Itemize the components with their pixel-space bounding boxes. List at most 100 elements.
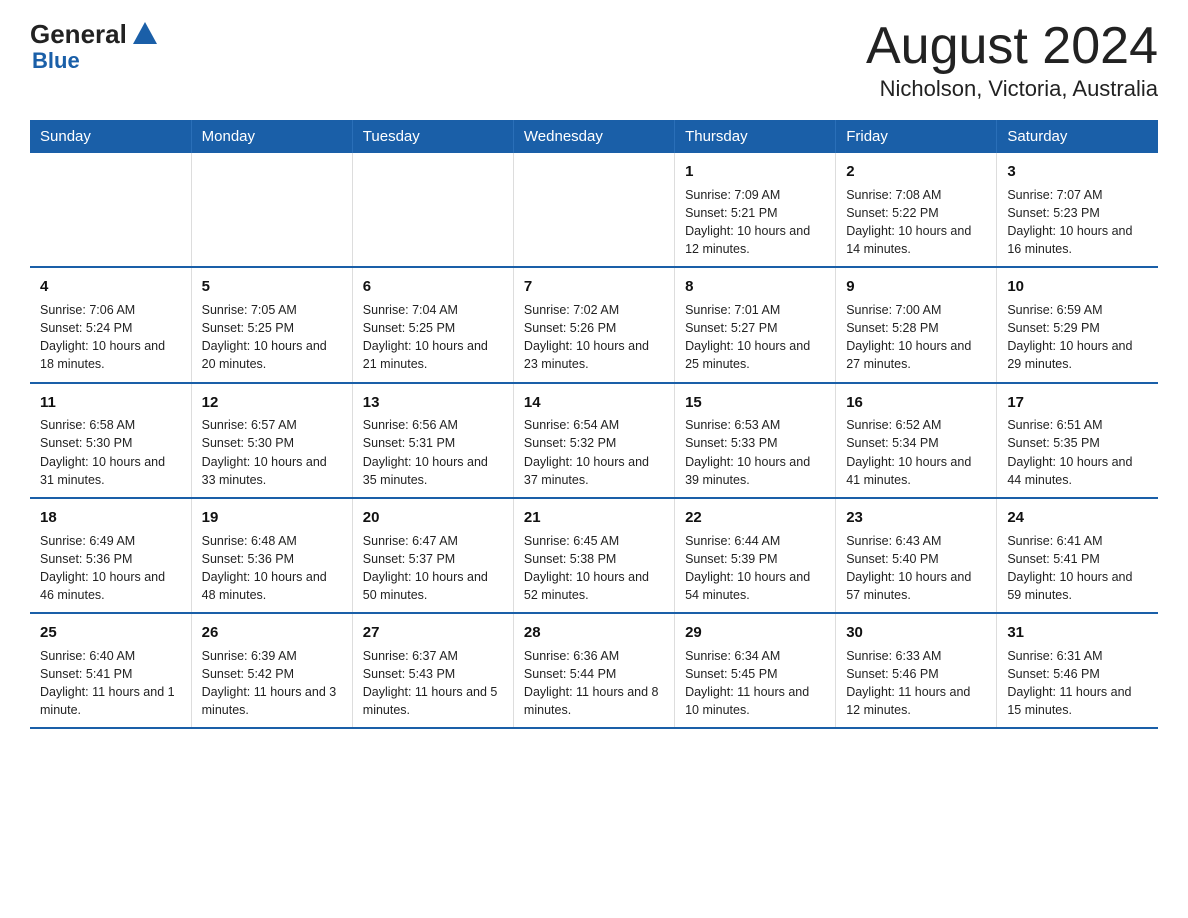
weekday-header-sunday: Sunday bbox=[30, 120, 191, 153]
day-number: 27 bbox=[363, 622, 503, 644]
calendar-table: SundayMondayTuesdayWednesdayThursdayFrid… bbox=[30, 120, 1158, 729]
calendar-cell-w5-d7: 31Sunrise: 6:31 AMSunset: 5:46 PMDayligh… bbox=[997, 613, 1158, 728]
weekday-header-tuesday: Tuesday bbox=[352, 120, 513, 153]
calendar-cell-w3-d2: 12Sunrise: 6:57 AMSunset: 5:30 PMDayligh… bbox=[191, 383, 352, 498]
day-number: 29 bbox=[685, 622, 825, 644]
week-row-2: 4 Sunrise: 7:06 AMSunset: 5:24 PMDaylight… bbox=[30, 267, 1158, 382]
calendar-cell-w3-d4: 14Sunrise: 6:54 AMSunset: 5:32 PMDayligh… bbox=[513, 383, 674, 498]
day-info: Sunrise: 6:56 AMSunset: 5:31 PMDaylight:… bbox=[363, 416, 503, 489]
day-info: Sunrise: 6:47 AMSunset: 5:37 PMDaylight:… bbox=[363, 532, 503, 605]
day-info: Sunrise: 6:59 AMSunset: 5:29 PMDaylight:… bbox=[1007, 301, 1148, 374]
day-info: Sunrise: 6:45 AMSunset: 5:38 PMDaylight:… bbox=[524, 532, 664, 605]
location-title: Nicholson, Victoria, Australia bbox=[866, 76, 1158, 102]
day-info: Sunrise: 6:57 AMSunset: 5:30 PMDaylight:… bbox=[202, 416, 342, 489]
day-number: 15 bbox=[685, 392, 825, 414]
day-info: Sunrise: 6:39 AMSunset: 5:42 PMDaylight:… bbox=[202, 647, 342, 720]
calendar-cell-w4-d4: 21 Sunrise: 6:45 AMSunset: 5:38 PMDayligh… bbox=[513, 498, 674, 613]
day-number: 13 bbox=[363, 392, 503, 414]
calendar-cell-w2-d6: 9Sunrise: 7:00 AMSunset: 5:28 PMDaylight… bbox=[836, 267, 997, 382]
day-info: Sunrise: 6:31 AMSunset: 5:46 PMDaylight:… bbox=[1007, 647, 1148, 720]
day-info: Sunrise: 6:36 AMSunset: 5:44 PMDaylight:… bbox=[524, 647, 664, 720]
day-number: 28 bbox=[524, 622, 664, 644]
day-info: Sunrise: 6:52 AMSunset: 5:34 PMDaylight:… bbox=[846, 416, 986, 489]
day-number: 20 bbox=[363, 507, 503, 529]
calendar-cell-w2-d5: 8Sunrise: 7:01 AMSunset: 5:27 PMDaylight… bbox=[675, 267, 836, 382]
day-number: 6 bbox=[363, 276, 503, 298]
day-number: 19 bbox=[202, 507, 342, 529]
day-info: Sunrise: 6:33 AMSunset: 5:46 PMDaylight:… bbox=[846, 647, 986, 720]
day-number: 5 bbox=[202, 276, 342, 298]
calendar-cell-w4-d3: 20 Sunrise: 6:47 AMSunset: 5:37 PMDayligh… bbox=[352, 498, 513, 613]
day-info: Sunrise: 6:34 AMSunset: 5:45 PMDaylight:… bbox=[685, 647, 825, 720]
calendar-cell-w2-d4: 7Sunrise: 7:02 AMSunset: 5:26 PMDaylight… bbox=[513, 267, 674, 382]
title-block: August 2024 Nicholson, Victoria, Austral… bbox=[866, 20, 1158, 102]
weekday-header-row: SundayMondayTuesdayWednesdayThursdayFrid… bbox=[30, 120, 1158, 153]
day-number: 24 bbox=[1007, 507, 1148, 529]
calendar-body: 1 Sunrise: 7:09 AMSunset: 5:21 PMDaylight… bbox=[30, 153, 1158, 728]
calendar-cell-w2-d2: 5 Sunrise: 7:05 AMSunset: 5:25 PMDaylight… bbox=[191, 267, 352, 382]
week-row-3: 11Sunrise: 6:58 AMSunset: 5:30 PMDayligh… bbox=[30, 383, 1158, 498]
calendar-cell-w5-d1: 25Sunrise: 6:40 AMSunset: 5:41 PMDayligh… bbox=[30, 613, 191, 728]
day-number: 12 bbox=[202, 392, 342, 414]
day-number: 23 bbox=[846, 507, 986, 529]
day-number: 17 bbox=[1007, 392, 1148, 414]
day-number: 16 bbox=[846, 392, 986, 414]
day-info: Sunrise: 7:07 AMSunset: 5:23 PMDaylight:… bbox=[1007, 186, 1148, 259]
calendar-cell-w1-d2 bbox=[191, 153, 352, 267]
day-info: Sunrise: 7:05 AMSunset: 5:25 PMDaylight:… bbox=[202, 301, 342, 374]
day-info: Sunrise: 6:40 AMSunset: 5:41 PMDaylight:… bbox=[40, 647, 181, 720]
day-info: Sunrise: 6:51 AMSunset: 5:35 PMDaylight:… bbox=[1007, 416, 1148, 489]
calendar-cell-w5-d3: 27 Sunrise: 6:37 AMSunset: 5:43 PMDayligh… bbox=[352, 613, 513, 728]
logo-triangle-icon bbox=[133, 22, 157, 44]
logo-blue-text: Blue bbox=[32, 49, 157, 73]
weekday-header-monday: Monday bbox=[191, 120, 352, 153]
day-number: 3 bbox=[1007, 161, 1148, 183]
week-row-5: 25Sunrise: 6:40 AMSunset: 5:41 PMDayligh… bbox=[30, 613, 1158, 728]
calendar-cell-w1-d6: 2Sunrise: 7:08 AMSunset: 5:22 PMDaylight… bbox=[836, 153, 997, 267]
day-info: Sunrise: 7:06 AMSunset: 5:24 PMDaylight:… bbox=[40, 301, 181, 374]
month-title: August 2024 bbox=[866, 20, 1158, 72]
calendar-cell-w5-d6: 30 Sunrise: 6:33 AMSunset: 5:46 PMDayligh… bbox=[836, 613, 997, 728]
day-info: Sunrise: 7:09 AMSunset: 5:21 PMDaylight:… bbox=[685, 186, 825, 259]
calendar-cell-w1-d4 bbox=[513, 153, 674, 267]
day-info: Sunrise: 6:37 AMSunset: 5:43 PMDaylight:… bbox=[363, 647, 503, 720]
calendar-cell-w4-d2: 19Sunrise: 6:48 AMSunset: 5:36 PMDayligh… bbox=[191, 498, 352, 613]
day-number: 22 bbox=[685, 507, 825, 529]
day-info: Sunrise: 6:44 AMSunset: 5:39 PMDaylight:… bbox=[685, 532, 825, 605]
day-number: 21 bbox=[524, 507, 664, 529]
calendar-cell-w5-d5: 29 Sunrise: 6:34 AMSunset: 5:45 PMDayligh… bbox=[675, 613, 836, 728]
week-row-1: 1 Sunrise: 7:09 AMSunset: 5:21 PMDaylight… bbox=[30, 153, 1158, 267]
calendar-header: SundayMondayTuesdayWednesdayThursdayFrid… bbox=[30, 120, 1158, 153]
logo-general-text: General bbox=[30, 20, 127, 49]
day-number: 9 bbox=[846, 276, 986, 298]
calendar-cell-w4-d6: 23 Sunrise: 6:43 AMSunset: 5:40 PMDayligh… bbox=[836, 498, 997, 613]
calendar-cell-w1-d7: 3 Sunrise: 7:07 AMSunset: 5:23 PMDaylight… bbox=[997, 153, 1158, 267]
weekday-header-wednesday: Wednesday bbox=[513, 120, 674, 153]
day-number: 4 bbox=[40, 276, 181, 298]
calendar-cell-w3-d5: 15Sunrise: 6:53 AMSunset: 5:33 PMDayligh… bbox=[675, 383, 836, 498]
day-number: 11 bbox=[40, 392, 181, 414]
calendar-cell-w3-d6: 16Sunrise: 6:52 AMSunset: 5:34 PMDayligh… bbox=[836, 383, 997, 498]
day-number: 1 bbox=[685, 161, 825, 183]
day-info: Sunrise: 6:53 AMSunset: 5:33 PMDaylight:… bbox=[685, 416, 825, 489]
day-info: Sunrise: 6:49 AMSunset: 5:36 PMDaylight:… bbox=[40, 532, 181, 605]
calendar-cell-w2-d7: 10Sunrise: 6:59 AMSunset: 5:29 PMDayligh… bbox=[997, 267, 1158, 382]
day-info: Sunrise: 6:43 AMSunset: 5:40 PMDaylight:… bbox=[846, 532, 986, 605]
weekday-header-friday: Friday bbox=[836, 120, 997, 153]
calendar-cell-w2-d1: 4 Sunrise: 7:06 AMSunset: 5:24 PMDaylight… bbox=[30, 267, 191, 382]
calendar-cell-w3-d7: 17Sunrise: 6:51 AMSunset: 5:35 PMDayligh… bbox=[997, 383, 1158, 498]
week-row-4: 18Sunrise: 6:49 AMSunset: 5:36 PMDayligh… bbox=[30, 498, 1158, 613]
logo: General Blue bbox=[30, 20, 157, 73]
day-info: Sunrise: 6:54 AMSunset: 5:32 PMDaylight:… bbox=[524, 416, 664, 489]
day-info: Sunrise: 6:58 AMSunset: 5:30 PMDaylight:… bbox=[40, 416, 181, 489]
weekday-header-saturday: Saturday bbox=[997, 120, 1158, 153]
day-number: 26 bbox=[202, 622, 342, 644]
calendar-cell-w5-d4: 28 Sunrise: 6:36 AMSunset: 5:44 PMDayligh… bbox=[513, 613, 674, 728]
calendar-cell-w4-d1: 18Sunrise: 6:49 AMSunset: 5:36 PMDayligh… bbox=[30, 498, 191, 613]
day-info: Sunrise: 7:04 AMSunset: 5:25 PMDaylight:… bbox=[363, 301, 503, 374]
day-info: Sunrise: 6:41 AMSunset: 5:41 PMDaylight:… bbox=[1007, 532, 1148, 605]
day-number: 30 bbox=[846, 622, 986, 644]
calendar-cell-w3-d3: 13Sunrise: 6:56 AMSunset: 5:31 PMDayligh… bbox=[352, 383, 513, 498]
calendar-cell-w1-d3 bbox=[352, 153, 513, 267]
calendar-cell-w4-d7: 24 Sunrise: 6:41 AMSunset: 5:41 PMDayligh… bbox=[997, 498, 1158, 613]
